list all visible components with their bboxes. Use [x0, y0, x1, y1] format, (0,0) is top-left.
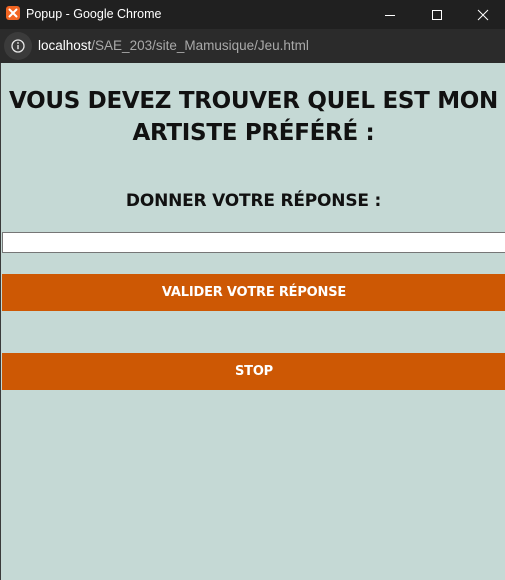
- close-icon: [477, 9, 489, 20]
- stop-button[interactable]: STOP: [2, 353, 505, 390]
- browser-window: Popup - Google Chrome localhost/SAE_203/…: [0, 0, 505, 580]
- page-heading: VOUS DEVEZ TROUVER QUEL EST MON ARTISTE …: [8, 88, 499, 146]
- page-content: VOUS DEVEZ TROUVER QUEL EST MON ARTISTE …: [0, 63, 505, 580]
- answer-prompt: DONNER VOTRE RÉPONSE :: [125, 191, 382, 211]
- minimize-icon: [385, 14, 395, 16]
- url-path: /SAE_203/site_Mamusique/Jeu.html: [91, 38, 309, 53]
- url-text[interactable]: localhost/SAE_203/site_Mamusique/Jeu.htm…: [38, 38, 309, 54]
- title-bar: Popup - Google Chrome: [0, 0, 505, 29]
- close-button[interactable]: [460, 0, 505, 29]
- maximize-icon: [432, 9, 442, 20]
- window-title: Popup - Google Chrome: [26, 7, 162, 21]
- answer-input[interactable]: [2, 232, 505, 253]
- url-host: localhost: [38, 38, 92, 53]
- validate-answer-button[interactable]: VALIDER VOTRE RÉPONSE: [2, 274, 505, 311]
- address-bar: localhost/SAE_203/site_Mamusique/Jeu.htm…: [0, 29, 505, 63]
- xampp-icon: [6, 6, 20, 20]
- minimize-button[interactable]: [367, 0, 413, 29]
- info-icon: [11, 39, 25, 53]
- site-info-button[interactable]: [4, 32, 32, 60]
- maximize-button[interactable]: [414, 0, 460, 29]
